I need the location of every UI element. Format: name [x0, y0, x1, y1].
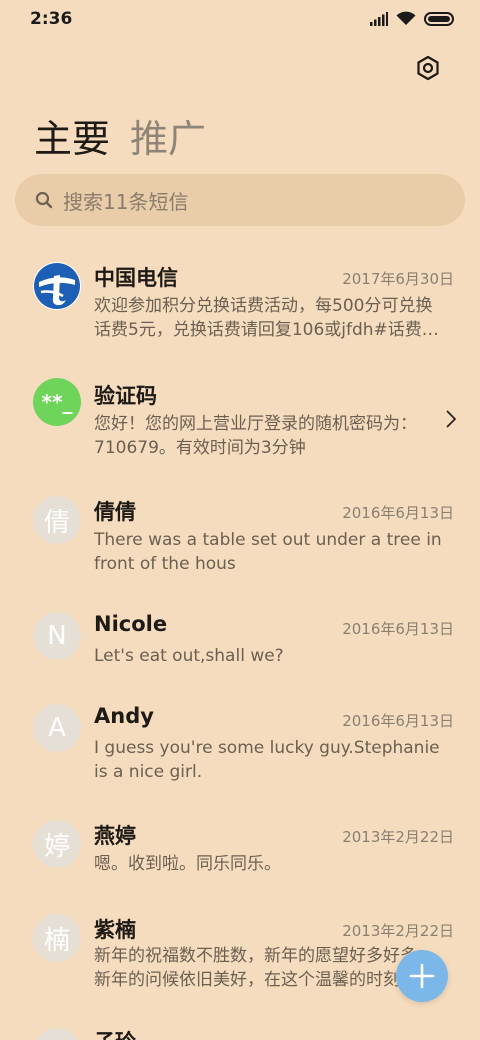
signal-icon [370, 11, 388, 26]
conversation-name: 中国电信 [94, 266, 178, 290]
conversation-name: Nicole [94, 612, 168, 636]
avatar-text: A [48, 713, 66, 743]
avatar-text: N [47, 621, 67, 651]
battery-icon [424, 11, 454, 26]
conversation-name: 验证码 [94, 384, 157, 408]
conversation-date: 2016年6月13日 [342, 504, 454, 522]
chevron-right-icon [446, 410, 456, 428]
tab-bar: 主要 推广 [34, 108, 206, 163]
conversation-name: 紫楠 [94, 918, 136, 942]
tab-primary[interactable]: 主要 [34, 108, 110, 163]
conversation-preview: 嗯。收到啦。同乐同乐。 [94, 854, 281, 874]
conversation-name: 燕婷 [94, 824, 136, 848]
telecom-logo-avatar [33, 262, 81, 310]
search-input[interactable]: 搜索11条短信 [15, 174, 465, 226]
settings-button[interactable] [412, 52, 444, 84]
avatar-text: 倩 [43, 507, 70, 538]
conversation-row[interactable]: N Nicole 2016年6月13日 Let's eat out,shall … [0, 606, 480, 686]
conversation-preview: 欢迎参加积分兑换话费活动，每500分可兑换话费5元，兑换话费请回复106或jfd… [94, 296, 439, 340]
conversation-name: 倩倩 [94, 500, 136, 524]
status-time: 2:36 [30, 9, 73, 29]
conversation-row[interactable]: 倩 倩倩 2016年6月13日 There was a table set ou… [0, 490, 480, 590]
conversation-date: 2016年6月13日 [342, 712, 454, 730]
conversation-row[interactable]: 婷 燕婷 2013年2月22日 嗯。收到啦。同乐同乐。 [0, 816, 480, 896]
conversation-date: 2016年6月13日 [342, 620, 454, 638]
conversation-preview: Let's eat out,shall we? [94, 646, 284, 666]
conversation-row[interactable]: 子玲 [0, 1026, 480, 1040]
conversation-row[interactable]: 中国电信 2017年6月30日 欢迎参加积分兑换话费活动，每500分可兑换话费5… [0, 256, 480, 356]
conversation-row[interactable]: **_ 验证码 您好！您的网上营业厅登录的随机密码为：710679。有效时间为3… [0, 372, 480, 472]
conversation-date: 2017年6月30日 [342, 270, 454, 288]
avatar-text: **_ [41, 390, 73, 414]
conversation-preview: I guess you're some lucky guy.Stephanie … [94, 738, 440, 782]
status-bar: 2:36 [0, 0, 480, 40]
avatar [33, 1028, 81, 1040]
search-placeholder: 搜索11条短信 [63, 189, 189, 214]
conversation-preview: 新年的祝福数不胜数，新年的愿望好多好多，新年的问候依旧美好，在这个温馨的时刻 [94, 946, 434, 990]
china-telecom-logo [34, 263, 80, 309]
new-message-button[interactable] [396, 950, 448, 1002]
conversation-row[interactable]: A Andy 2016年6月13日 I guess you're some lu… [0, 700, 480, 800]
conversation-preview: There was a table set out under a tree i… [94, 530, 442, 574]
search-icon [35, 191, 53, 209]
conversation-date: 2013年2月22日 [342, 828, 454, 846]
avatar: N [33, 612, 81, 660]
avatar: A [33, 704, 81, 752]
avatar: 楠 [33, 914, 81, 962]
wifi-icon [396, 11, 416, 25]
avatar-text: 婷 [43, 831, 70, 862]
avatar: 婷 [33, 820, 81, 868]
conversation-preview: 您好！您的网上营业厅登录的随机密码为：710679。有效时间为3分钟 [94, 414, 417, 458]
settings-icon [417, 55, 439, 81]
conversation-name: 子玲 [94, 1026, 136, 1040]
avatar: 倩 [33, 496, 81, 544]
avatar-text: 楠 [43, 925, 70, 956]
status-icons [370, 11, 454, 26]
tab-promotions[interactable]: 推广 [130, 108, 206, 163]
plus-icon [409, 963, 435, 989]
conversation-name: Andy [94, 704, 154, 728]
verification-avatar: **_ [33, 378, 81, 426]
conversation-date: 2013年2月22日 [342, 922, 454, 940]
